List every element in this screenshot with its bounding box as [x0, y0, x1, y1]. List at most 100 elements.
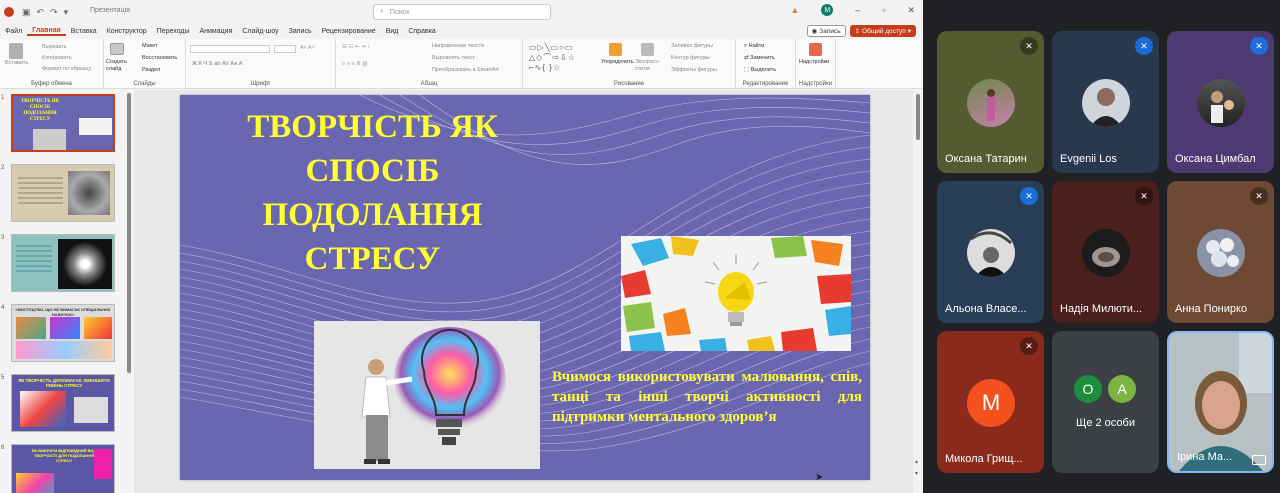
more-participants-tile[interactable]: O A Ще 2 особи — [1052, 331, 1159, 473]
tab-review[interactable]: Рецензирование — [317, 28, 381, 35]
participant-tile[interactable]: ✕ M Микола Грищ... — [937, 331, 1044, 473]
font-format-icons[interactable]: Ж К Ч S ab AV Aa A — [192, 61, 243, 67]
slide-thumbnail-2[interactable]: 2 — [0, 164, 134, 226]
arrange-button[interactable]: Упорядочить — [601, 59, 634, 65]
tab-file[interactable]: Файл — [0, 28, 27, 35]
muted-mic-icon: ✕ — [1020, 187, 1038, 205]
muted-mic-icon: ✕ — [1250, 187, 1268, 205]
select-icon: ⬚ — [744, 67, 751, 73]
tab-transitions[interactable]: Переходы — [152, 28, 195, 35]
scroll-down-icon[interactable]: ▾ — [915, 470, 918, 477]
avatar — [1082, 79, 1130, 127]
paste-icon[interactable] — [9, 43, 23, 59]
arrange-icon[interactable] — [609, 43, 622, 56]
undo-icon[interactable]: ↶ — [37, 7, 45, 18]
participant-tile[interactable]: ✕ Evgenii Los — [1052, 31, 1159, 173]
tab-home[interactable]: Главная — [27, 27, 66, 36]
new-slide-icon[interactable] — [110, 43, 124, 55]
tab-help[interactable]: Справка — [403, 28, 440, 35]
search-box[interactable]: ⌕ Поиск — [373, 4, 551, 20]
tab-slideshow[interactable]: Слайд-шоу — [237, 28, 283, 35]
avatar: O — [1074, 375, 1102, 403]
scroll-up-icon[interactable]: ▴ — [915, 458, 918, 465]
shape-outline-button[interactable]: Контур фигуры — [671, 55, 709, 61]
avatar: A — [1108, 375, 1136, 403]
new-slide-button[interactable]: Создать слайд — [106, 59, 134, 73]
editing-group: ⌕ Найти ⇄ Заменить ⬚ Выделить Редактиров… — [736, 39, 796, 89]
participant-tile[interactable]: ✕ Альона Власе... — [937, 181, 1044, 323]
layout-button[interactable]: Макет — [142, 43, 158, 49]
current-slide[interactable]: ТВОРЧІСТЬ ЯК СПОСІБ ПОДОЛАННЯ СТРЕСУ Вчи… — [180, 95, 870, 480]
man-with-lightbulb-image[interactable] — [314, 321, 540, 469]
thumbnail-title: «МИСТЕЦТВО, ЩО НЕ ВИМАГАЄ СПЕЦІАЛЬНИХ НА… — [15, 307, 111, 317]
slide-title[interactable]: ТВОРЧІСТЬ ЯК СПОСІБ ПОДОЛАННЯ СТРЕСУ — [180, 105, 565, 281]
self-view-tile[interactable]: Ірина Ма... — [1167, 331, 1274, 473]
share-button[interactable]: ⇪ Общий доступ ▾ — [849, 25, 916, 37]
picture-in-picture-icon[interactable] — [1252, 455, 1266, 465]
slide-body-text[interactable]: Вчимося використовувати малювання, спів,… — [552, 367, 862, 427]
find-button[interactable]: ⌕ Найти — [744, 43, 764, 50]
cut-button[interactable]: Вырезать — [42, 44, 66, 50]
list-icons[interactable]: ☰ ☷ ⇤ ⇥ ↕ — [342, 44, 370, 50]
shape-fill-button[interactable]: Заливка фигуры — [671, 43, 713, 49]
font-size-field[interactable] — [274, 45, 296, 53]
thumbnail-title: ЯК ТВОРЧІСТЬ ДОПОМАГАЄ ЗМЕНШИТИ РІВЕНЬ С… — [18, 378, 110, 388]
mouse-cursor-icon: ➤ — [815, 472, 824, 483]
video-call-panel: ✕ Оксана Татарин ✕ Evgenii Los ✕ Оксана … — [923, 0, 1280, 493]
text-direction-button[interactable]: Направление текста — [432, 43, 484, 49]
record-button[interactable]: ◉ Запись — [806, 25, 846, 37]
addins-button[interactable]: Надстройки — [799, 59, 829, 65]
slide-thumbnail-6[interactable]: 6 ЯК ВИБРАТИ ВІДПОВІДНИЙ ВИД ТВОРЧОСТІ Д… — [0, 444, 134, 493]
align-icons[interactable]: ≡ ≡ ≡ ≣ ▥ — [342, 61, 368, 67]
slides-group-label: Слайды — [133, 81, 156, 87]
replace-button[interactable]: ⇄ Заменить — [744, 55, 775, 61]
slide-scrollbar[interactable]: ▴ ▾ — [914, 90, 922, 493]
thumbnails-scrollbar[interactable] — [127, 93, 131, 493]
redo-icon[interactable]: ↷ — [50, 7, 58, 18]
customize-icon[interactable]: ▾ — [64, 7, 69, 18]
participant-tile[interactable]: ✕ Оксана Татарин — [937, 31, 1044, 173]
warning-icon[interactable]: ▲ — [790, 5, 799, 15]
participant-name: Оксана Цимбал — [1175, 153, 1256, 165]
avatar — [967, 79, 1015, 127]
reset-button[interactable]: Восстановить — [142, 55, 177, 61]
close-icon[interactable]: ✕ — [907, 5, 915, 16]
participant-tile[interactable]: ✕ Надія Милюти... — [1052, 181, 1159, 323]
align-text-button[interactable]: Выровнять текст — [432, 55, 475, 61]
slide-canvas: ТВОРЧІСТЬ ЯК СПОСІБ ПОДОЛАННЯ СТРЕСУ Вчи… — [134, 90, 913, 493]
participant-name: Надія Милюти... — [1060, 303, 1143, 315]
save-icon[interactable]: ▣ — [22, 7, 31, 18]
participant-tile[interactable]: ✕ Анна Понирко — [1167, 181, 1274, 323]
font-group: A˄ A˅ Ж К Ч S ab AV Aa A Шрифт — [186, 39, 336, 89]
font-grow-icon[interactable]: A˄ A˅ — [300, 45, 315, 51]
select-button[interactable]: ⬚ Выделить — [744, 67, 776, 73]
participant-tile[interactable]: ✕ Оксана Цимбал — [1167, 31, 1274, 173]
quick-styles-button[interactable]: Экспресс-стили — [635, 59, 663, 73]
shapes-gallery[interactable]: ▭▷╲▭○▭ △◇⌒⇨⇩☆ ⌐∿{ }☆ — [529, 43, 599, 73]
slide-thumbnail-3[interactable]: 3 — [0, 234, 134, 296]
search-icon: ⌕ — [380, 8, 384, 15]
slide-thumbnail-1[interactable]: 1 ТВОРЧІСТЬ ЯК СПОСІБ ПОДОЛАННЯ СТРЕСУ — [0, 94, 134, 156]
tab-insert[interactable]: Вставка — [66, 28, 102, 35]
font-name-field[interactable] — [190, 45, 270, 53]
restore-icon[interactable]: ▫ — [882, 5, 885, 15]
section-button[interactable]: Раздел — [142, 67, 160, 73]
account-avatar[interactable]: M — [821, 4, 834, 16]
addins-icon[interactable] — [809, 43, 822, 56]
tab-record[interactable]: Запись — [284, 28, 317, 35]
minimize-icon[interactable]: – — [855, 5, 860, 15]
participant-name: Evgenii Los — [1060, 153, 1117, 165]
format-painter-button[interactable]: Формат по образцу — [42, 66, 91, 72]
participant-name: Анна Понирко — [1175, 303, 1248, 315]
copy-button[interactable]: Копировать — [42, 55, 72, 61]
smartart-button[interactable]: Преобразовать в SmartArt — [432, 67, 499, 73]
slide-thumbnail-5[interactable]: 5 ЯК ТВОРЧІСТЬ ДОПОМАГАЄ ЗМЕНШИТИ РІВЕНЬ… — [0, 374, 134, 436]
slide-thumbnail-4[interactable]: 4 «МИСТЕЦТВО, ЩО НЕ ВИМАГАЄ СПЕЦІАЛЬНИХ … — [0, 304, 134, 366]
tab-view[interactable]: Вид — [381, 28, 404, 35]
tab-design[interactable]: Конструктор — [102, 28, 152, 35]
tab-animation[interactable]: Анимация — [194, 28, 237, 35]
crumpled-paper-lightbulb-image[interactable] — [621, 236, 851, 351]
shape-effects-button[interactable]: Эффекты фигуры — [671, 67, 717, 73]
title-line-3: СТРЕСУ — [304, 241, 441, 277]
quick-styles-icon[interactable] — [641, 43, 654, 56]
